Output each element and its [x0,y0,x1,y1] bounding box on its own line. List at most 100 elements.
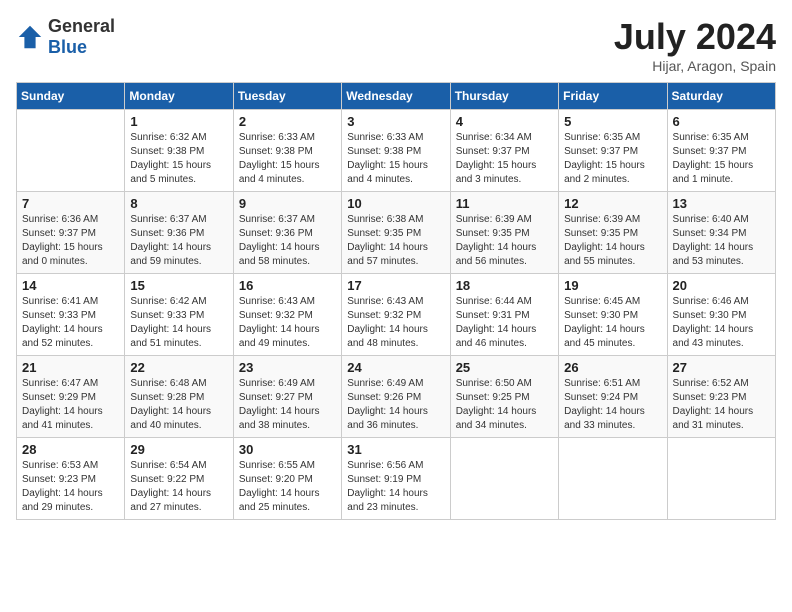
logo-general: General [48,16,115,36]
day-number: 31 [347,442,444,457]
calendar-cell: 22 Sunrise: 6:48 AMSunset: 9:28 PMDaylig… [125,356,233,438]
day-number: 24 [347,360,444,375]
day-number: 21 [22,360,119,375]
day-info: Sunrise: 6:48 AMSunset: 9:28 PMDaylight:… [130,377,227,433]
calendar-cell [450,438,558,520]
calendar-cell: 23 Sunrise: 6:49 AMSunset: 9:27 PMDaylig… [233,356,341,438]
day-info: Sunrise: 6:44 AMSunset: 9:31 PMDaylight:… [456,295,553,351]
weekday-header-row: SundayMondayTuesdayWednesdayThursdayFrid… [17,83,776,110]
location: Hijar, Aragon, Spain [614,58,776,74]
day-number: 26 [564,360,661,375]
calendar-cell: 21 Sunrise: 6:47 AMSunset: 9:29 PMDaylig… [17,356,125,438]
day-number: 17 [347,278,444,293]
day-info: Sunrise: 6:33 AMSunset: 9:38 PMDaylight:… [239,131,336,187]
calendar-cell: 15 Sunrise: 6:42 AMSunset: 9:33 PMDaylig… [125,274,233,356]
day-number: 11 [456,196,553,211]
title-area: July 2024 Hijar, Aragon, Spain [614,16,776,74]
calendar-cell: 3 Sunrise: 6:33 AMSunset: 9:38 PMDayligh… [342,110,450,192]
day-number: 23 [239,360,336,375]
day-number: 28 [22,442,119,457]
day-info: Sunrise: 6:50 AMSunset: 9:25 PMDaylight:… [456,377,553,433]
day-info: Sunrise: 6:38 AMSunset: 9:35 PMDaylight:… [347,213,444,269]
calendar-cell: 5 Sunrise: 6:35 AMSunset: 9:37 PMDayligh… [559,110,667,192]
calendar-cell: 19 Sunrise: 6:45 AMSunset: 9:30 PMDaylig… [559,274,667,356]
calendar-cell: 1 Sunrise: 6:32 AMSunset: 9:38 PMDayligh… [125,110,233,192]
weekday-header-friday: Friday [559,83,667,110]
calendar-cell: 30 Sunrise: 6:55 AMSunset: 9:20 PMDaylig… [233,438,341,520]
calendar-cell: 16 Sunrise: 6:43 AMSunset: 9:32 PMDaylig… [233,274,341,356]
day-info: Sunrise: 6:39 AMSunset: 9:35 PMDaylight:… [456,213,553,269]
logo: General Blue [16,16,115,58]
day-info: Sunrise: 6:32 AMSunset: 9:38 PMDaylight:… [130,131,227,187]
calendar-cell: 20 Sunrise: 6:46 AMSunset: 9:30 PMDaylig… [667,274,775,356]
day-number: 10 [347,196,444,211]
day-info: Sunrise: 6:46 AMSunset: 9:30 PMDaylight:… [673,295,770,351]
calendar-cell: 9 Sunrise: 6:37 AMSunset: 9:36 PMDayligh… [233,192,341,274]
day-info: Sunrise: 6:55 AMSunset: 9:20 PMDaylight:… [239,459,336,515]
calendar-table: SundayMondayTuesdayWednesdayThursdayFrid… [16,82,776,520]
calendar-cell: 24 Sunrise: 6:49 AMSunset: 9:26 PMDaylig… [342,356,450,438]
calendar-cell: 26 Sunrise: 6:51 AMSunset: 9:24 PMDaylig… [559,356,667,438]
calendar-cell: 14 Sunrise: 6:41 AMSunset: 9:33 PMDaylig… [17,274,125,356]
day-info: Sunrise: 6:54 AMSunset: 9:22 PMDaylight:… [130,459,227,515]
day-number: 25 [456,360,553,375]
day-info: Sunrise: 6:45 AMSunset: 9:30 PMDaylight:… [564,295,661,351]
weekday-header-saturday: Saturday [667,83,775,110]
day-number: 30 [239,442,336,457]
day-info: Sunrise: 6:40 AMSunset: 9:34 PMDaylight:… [673,213,770,269]
day-info: Sunrise: 6:37 AMSunset: 9:36 PMDaylight:… [130,213,227,269]
day-info: Sunrise: 6:56 AMSunset: 9:19 PMDaylight:… [347,459,444,515]
calendar-cell: 18 Sunrise: 6:44 AMSunset: 9:31 PMDaylig… [450,274,558,356]
calendar-week-row: 21 Sunrise: 6:47 AMSunset: 9:29 PMDaylig… [17,356,776,438]
weekday-header-thursday: Thursday [450,83,558,110]
day-number: 3 [347,114,444,129]
day-info: Sunrise: 6:47 AMSunset: 9:29 PMDaylight:… [22,377,119,433]
calendar-cell: 11 Sunrise: 6:39 AMSunset: 9:35 PMDaylig… [450,192,558,274]
day-info: Sunrise: 6:49 AMSunset: 9:26 PMDaylight:… [347,377,444,433]
calendar-cell: 6 Sunrise: 6:35 AMSunset: 9:37 PMDayligh… [667,110,775,192]
day-info: Sunrise: 6:35 AMSunset: 9:37 PMDaylight:… [673,131,770,187]
day-number: 14 [22,278,119,293]
calendar-cell: 8 Sunrise: 6:37 AMSunset: 9:36 PMDayligh… [125,192,233,274]
calendar-cell: 17 Sunrise: 6:43 AMSunset: 9:32 PMDaylig… [342,274,450,356]
day-number: 27 [673,360,770,375]
calendar-cell: 10 Sunrise: 6:38 AMSunset: 9:35 PMDaylig… [342,192,450,274]
calendar-cell: 13 Sunrise: 6:40 AMSunset: 9:34 PMDaylig… [667,192,775,274]
calendar-cell: 4 Sunrise: 6:34 AMSunset: 9:37 PMDayligh… [450,110,558,192]
day-info: Sunrise: 6:42 AMSunset: 9:33 PMDaylight:… [130,295,227,351]
day-number: 15 [130,278,227,293]
calendar-week-row: 7 Sunrise: 6:36 AMSunset: 9:37 PMDayligh… [17,192,776,274]
day-number: 20 [673,278,770,293]
calendar-cell [17,110,125,192]
weekday-header-monday: Monday [125,83,233,110]
day-number: 16 [239,278,336,293]
day-info: Sunrise: 6:36 AMSunset: 9:37 PMDaylight:… [22,213,119,269]
calendar-cell: 27 Sunrise: 6:52 AMSunset: 9:23 PMDaylig… [667,356,775,438]
day-number: 13 [673,196,770,211]
calendar-week-row: 28 Sunrise: 6:53 AMSunset: 9:23 PMDaylig… [17,438,776,520]
day-info: Sunrise: 6:52 AMSunset: 9:23 PMDaylight:… [673,377,770,433]
logo-icon [16,23,44,51]
day-number: 18 [456,278,553,293]
day-number: 5 [564,114,661,129]
day-info: Sunrise: 6:39 AMSunset: 9:35 PMDaylight:… [564,213,661,269]
day-number: 1 [130,114,227,129]
day-number: 4 [456,114,553,129]
day-info: Sunrise: 6:53 AMSunset: 9:23 PMDaylight:… [22,459,119,515]
day-info: Sunrise: 6:34 AMSunset: 9:37 PMDaylight:… [456,131,553,187]
calendar-cell: 12 Sunrise: 6:39 AMSunset: 9:35 PMDaylig… [559,192,667,274]
day-info: Sunrise: 6:41 AMSunset: 9:33 PMDaylight:… [22,295,119,351]
weekday-header-tuesday: Tuesday [233,83,341,110]
day-number: 19 [564,278,661,293]
calendar-week-row: 1 Sunrise: 6:32 AMSunset: 9:38 PMDayligh… [17,110,776,192]
day-info: Sunrise: 6:35 AMSunset: 9:37 PMDaylight:… [564,131,661,187]
calendar-cell: 7 Sunrise: 6:36 AMSunset: 9:37 PMDayligh… [17,192,125,274]
day-info: Sunrise: 6:43 AMSunset: 9:32 PMDaylight:… [347,295,444,351]
day-number: 8 [130,196,227,211]
day-number: 9 [239,196,336,211]
logo-text: General Blue [48,16,115,58]
day-number: 22 [130,360,227,375]
calendar-cell: 29 Sunrise: 6:54 AMSunset: 9:22 PMDaylig… [125,438,233,520]
day-info: Sunrise: 6:51 AMSunset: 9:24 PMDaylight:… [564,377,661,433]
day-info: Sunrise: 6:43 AMSunset: 9:32 PMDaylight:… [239,295,336,351]
